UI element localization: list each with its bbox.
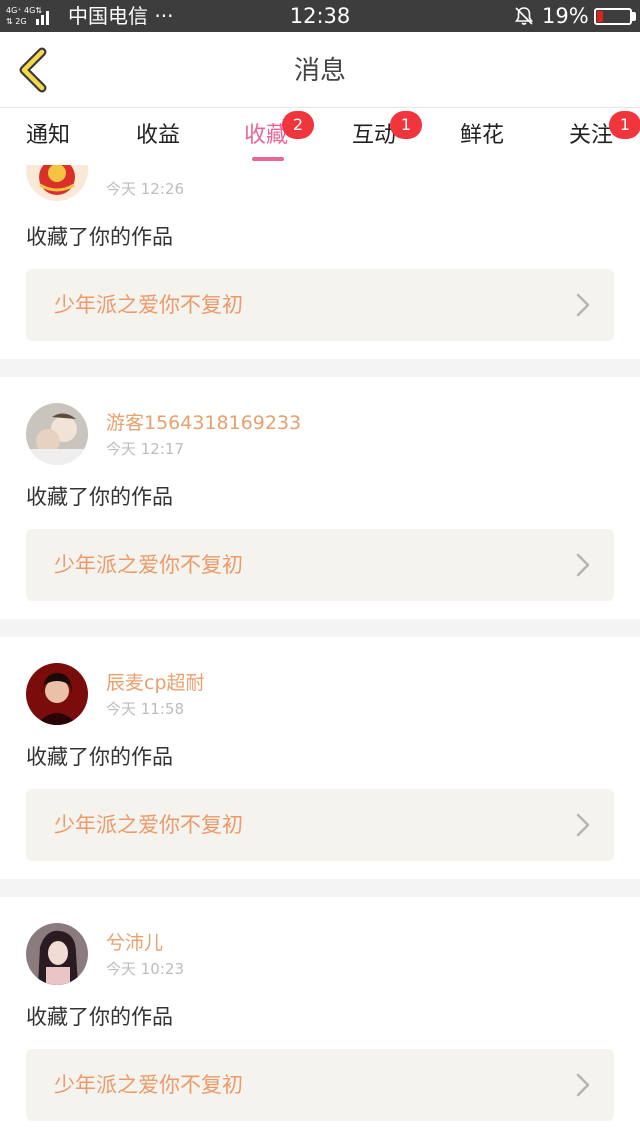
avatar-image <box>26 663 88 725</box>
chevron-right-icon <box>576 293 590 317</box>
status-bar: 4G⁺ 4G⇅ ⇅ 2G 中国电信 ··· 12:38 19% <box>0 0 640 32</box>
divider <box>0 359 640 377</box>
unread-badge: 2 <box>282 111 314 139</box>
user-name[interactable]: 兮沛儿 <box>106 931 163 955</box>
tab-flowers[interactable]: 鲜花 <box>442 119 522 165</box>
divider <box>0 879 640 897</box>
message-list[interactable]: 今天 12:26 收藏了你的作品 少年派之爱你不复初 游客15643181692… <box>0 165 640 1138</box>
work-link[interactable]: 少年派之爱你不复初 <box>26 529 614 601</box>
active-tab-indicator <box>252 157 284 161</box>
message-text: 收藏了你的作品 <box>26 485 173 509</box>
work-title: 少年派之爱你不复初 <box>54 553 243 577</box>
tab-notice[interactable]: 通知 <box>8 119 88 165</box>
work-title: 少年派之爱你不复初 <box>54 293 243 317</box>
work-title: 少年派之爱你不复初 <box>54 813 243 837</box>
tab-earnings[interactable]: 收益 <box>118 119 198 165</box>
tab-label: 关注 <box>568 123 613 148</box>
list-item: 辰麦cp超耐 今天 11:58 收藏了你的作品 少年派之爱你不复初 <box>0 637 640 879</box>
work-link[interactable]: 少年派之爱你不复初 <box>26 1049 614 1121</box>
avatar[interactable] <box>26 663 88 725</box>
tab-favorites[interactable]: 收藏 2 <box>226 111 314 165</box>
message-text: 收藏了你的作品 <box>26 745 173 769</box>
avatar[interactable] <box>26 923 88 985</box>
page-title: 消息 <box>293 56 346 86</box>
message-time: 今天 10:23 <box>106 960 184 978</box>
user-name[interactable]: 辰麦cp超耐 <box>106 671 205 695</box>
battery-icon <box>594 8 632 25</box>
message-time: 今天 12:26 <box>106 180 184 198</box>
list-item: 兮沛儿 今天 10:23 收藏了你的作品 少年派之爱你不复初 <box>0 897 640 1138</box>
tab-interaction[interactable]: 互动 1 <box>334 111 422 165</box>
tab-label: 收益 <box>135 123 180 148</box>
work-link[interactable]: 少年派之爱你不复初 <box>26 269 614 341</box>
avatar[interactable] <box>26 165 88 201</box>
list-item: 游客1564318169233 今天 12:17 收藏了你的作品 少年派之爱你不… <box>0 377 640 619</box>
avatar-image <box>26 165 88 201</box>
chevron-right-icon <box>576 1073 590 1097</box>
message-text: 收藏了你的作品 <box>26 1005 173 1029</box>
chevron-right-icon <box>576 553 590 577</box>
nav-header: 消息 <box>0 32 640 108</box>
tab-bar: 通知 收益 收藏 2 互动 1 鲜花 关注 1 <box>0 109 640 165</box>
message-time: 今天 11:58 <box>106 700 184 718</box>
battery-tip <box>632 12 636 21</box>
unread-badge: 1 <box>609 111 640 139</box>
tab-label: 鲜花 <box>459 123 504 148</box>
avatar-image <box>26 923 88 985</box>
list-item: 今天 12:26 收藏了你的作品 少年派之爱你不复初 <box>0 165 640 359</box>
battery-level <box>597 11 603 22</box>
unread-badge: 1 <box>390 111 422 139</box>
user-name[interactable]: 游客1564318169233 <box>106 411 301 435</box>
message-time: 今天 12:17 <box>106 440 184 458</box>
divider <box>0 619 640 637</box>
tab-label: 通知 <box>25 123 70 148</box>
battery-percent: 19% <box>542 4 589 28</box>
message-text: 收藏了你的作品 <box>26 225 173 249</box>
avatar-image <box>26 403 88 465</box>
bell-muted-icon <box>515 7 533 25</box>
work-title: 少年派之爱你不复初 <box>54 1073 243 1097</box>
avatar[interactable] <box>26 403 88 465</box>
work-link[interactable]: 少年派之爱你不复初 <box>26 789 614 861</box>
chevron-right-icon <box>576 813 590 837</box>
tab-follow[interactable]: 关注 1 <box>551 111 640 165</box>
